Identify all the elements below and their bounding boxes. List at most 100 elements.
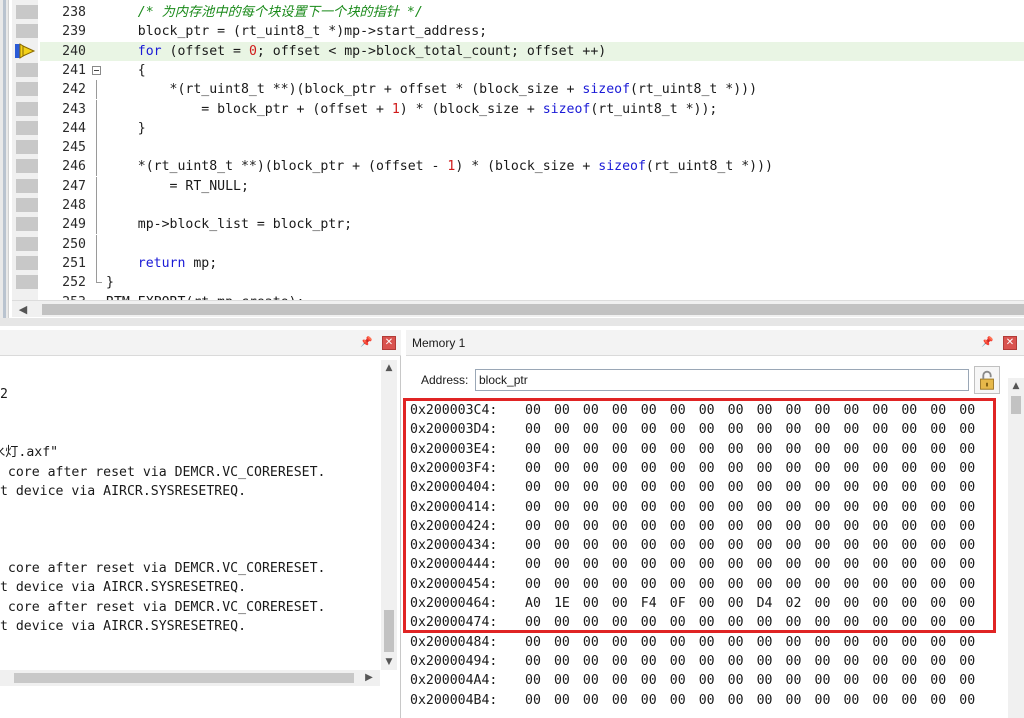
pin-icon[interactable]: 📌	[360, 337, 372, 349]
memory-byte[interactable]: 00	[554, 671, 578, 690]
memory-vertical-scrollbar[interactable]: ▲	[1008, 378, 1024, 718]
memory-byte[interactable]: 00	[959, 671, 983, 690]
memory-byte[interactable]: 00	[670, 671, 694, 690]
code-line[interactable]: 242 *(rt_uint8_t **)(block_ptr + offset …	[40, 80, 1024, 100]
code-line[interactable]: 238 /* 为内存池中的每个块设置下一个块的指针 */	[40, 3, 1024, 22]
memory-byte[interactable]: 00	[930, 633, 954, 652]
code-line[interactable]: 241 {	[40, 61, 1024, 80]
memory-byte[interactable]: 00	[930, 652, 954, 671]
code-line[interactable]: 247 = RT_NULL;	[40, 176, 1024, 196]
memory-byte[interactable]: 00	[612, 671, 636, 690]
memory-byte[interactable]: 00	[872, 671, 896, 690]
memory-scroll-thumb[interactable]	[1011, 396, 1021, 414]
memory-byte[interactable]: 00	[583, 652, 607, 671]
command-vertical-scrollbar[interactable]: ▲ ▼	[381, 360, 397, 670]
memory-byte[interactable]: 00	[930, 691, 954, 710]
code-line[interactable]: 249 mp->block_list = block_ptr;	[40, 215, 1024, 235]
pin-icon[interactable]: 📌	[981, 337, 993, 349]
breakpoint-slot[interactable]	[16, 198, 38, 212]
memory-byte[interactable]: 00	[699, 633, 723, 652]
breakpoint-slot[interactable]	[16, 140, 38, 155]
code-line[interactable]: 248	[40, 196, 1024, 215]
memory-byte[interactable]: 00	[843, 671, 867, 690]
memory-byte[interactable]: 00	[699, 691, 723, 710]
code-line[interactable]: 245	[40, 138, 1024, 158]
code-area[interactable]: 238 /* 为内存池中的每个块设置下一个块的指针 */239 block_pt…	[40, 0, 1024, 300]
memory-byte[interactable]: 00	[843, 633, 867, 652]
scroll-left-icon[interactable]: ◀	[16, 303, 30, 316]
close-icon[interactable]: ✕	[1003, 336, 1017, 350]
memory-byte[interactable]: 00	[554, 633, 578, 652]
memory-byte[interactable]: 00	[815, 691, 839, 710]
memory-byte[interactable]: 00	[786, 671, 810, 690]
memory-byte[interactable]: 00	[815, 671, 839, 690]
memory-byte[interactable]: 00	[901, 691, 925, 710]
breakpoint-slot[interactable]	[16, 275, 38, 290]
memory-byte[interactable]: 00	[641, 633, 665, 652]
editor-horizontal-scrollbar[interactable]: ◀	[12, 300, 1024, 317]
command-hscroll-thumb[interactable]	[14, 673, 354, 683]
command-window[interactable]: 📌 ✕ 02 水灯.axf" t core after reset via DEMC…	[0, 330, 401, 718]
code-line[interactable]: 253 RTM_EXPORT(rt_mp_create);	[40, 293, 1024, 301]
breakpoint-slot[interactable]	[16, 178, 38, 193]
memory-byte[interactable]: 00	[525, 671, 549, 690]
code-line[interactable]: 246 *(rt_uint8_t **)(block_ptr + (offset…	[40, 157, 1024, 177]
code-line[interactable]: 243 = block_ptr + (offset + 1) * (block_…	[40, 99, 1024, 119]
memory-byte[interactable]: 00	[728, 671, 752, 690]
memory-byte[interactable]: 00	[583, 633, 607, 652]
memory-byte[interactable]: 00	[612, 633, 636, 652]
memory-byte[interactable]: 00	[959, 691, 983, 710]
memory-byte[interactable]: 00	[843, 652, 867, 671]
memory-byte[interactable]: 00	[872, 691, 896, 710]
memory-row[interactable]: 0x200004B4: 00 00 00 00 00 00 00 00 00 00 00 00 00 00 0…	[410, 691, 1000, 710]
memory-byte[interactable]: 00	[786, 652, 810, 671]
code-line[interactable]: 244 }	[40, 118, 1024, 138]
memory-byte[interactable]: 00	[612, 652, 636, 671]
code-editor[interactable]: 238 /* 为内存池中的每个块设置下一个块的指针 */239 block_pt…	[0, 0, 1024, 326]
memory-byte[interactable]: 00	[872, 633, 896, 652]
memory-byte[interactable]: 00	[699, 671, 723, 690]
fold-collapse-icon[interactable]	[92, 65, 101, 75]
memory-byte[interactable]: 00	[728, 691, 752, 710]
memory-byte[interactable]: 00	[843, 691, 867, 710]
memory-byte[interactable]: 00	[641, 652, 665, 671]
memory-byte[interactable]: 00	[525, 691, 549, 710]
memory-byte[interactable]: 00	[641, 671, 665, 690]
memory-byte[interactable]: 00	[815, 652, 839, 671]
memory-byte[interactable]: 00	[670, 691, 694, 710]
memory-byte[interactable]: 00	[959, 633, 983, 652]
code-line[interactable]: 252}	[40, 273, 1024, 292]
editor-scroll-thumb[interactable]	[42, 304, 1024, 315]
breakpoint-slot[interactable]	[16, 101, 38, 116]
memory-byte[interactable]: 00	[670, 652, 694, 671]
scroll-up-icon[interactable]: ▲	[1008, 378, 1024, 394]
memory-byte[interactable]: 00	[554, 691, 578, 710]
memory-byte[interactable]: 00	[641, 691, 665, 710]
memory-byte[interactable]: 00	[901, 671, 925, 690]
memory-byte[interactable]: 00	[757, 633, 781, 652]
memory-byte[interactable]: 00	[815, 633, 839, 652]
memory-byte[interactable]: 00	[583, 691, 607, 710]
code-line[interactable]: 250	[40, 234, 1024, 254]
code-line[interactable]: 240 for (offset = 0; offset < mp->block_…	[40, 41, 1024, 61]
breakpoint-slot[interactable]	[16, 159, 38, 174]
breakpoint-slot[interactable]	[16, 82, 38, 97]
breakpoint-slot[interactable]	[16, 62, 38, 77]
breakpoint-slot[interactable]	[16, 5, 38, 19]
memory-byte[interactable]: 00	[959, 652, 983, 671]
memory-row[interactable]: 0x200004A4: 00 00 00 00 00 00 00 00 00 00 00 00 00 00 0…	[410, 671, 1000, 690]
memory-byte[interactable]: 00	[583, 671, 607, 690]
memory-byte[interactable]: 00	[786, 691, 810, 710]
memory-byte[interactable]: 00	[525, 652, 549, 671]
memory-row[interactable]: 0x20000494: 00 00 00 00 00 00 00 00 00 00 00 00 00 00 0…	[410, 652, 1000, 671]
breakpoint-slot[interactable]	[16, 120, 38, 135]
scroll-up-icon[interactable]: ▲	[381, 360, 397, 376]
breakpoint-slot[interactable]	[16, 236, 38, 251]
memory-byte[interactable]: 00	[757, 652, 781, 671]
memory-byte[interactable]: 00	[872, 652, 896, 671]
memory-byte[interactable]: 00	[670, 633, 694, 652]
memory-byte[interactable]: 00	[901, 633, 925, 652]
breakpoint-slot[interactable]	[16, 255, 38, 270]
memory-byte[interactable]: 00	[757, 691, 781, 710]
memory-byte[interactable]: 00	[728, 633, 752, 652]
